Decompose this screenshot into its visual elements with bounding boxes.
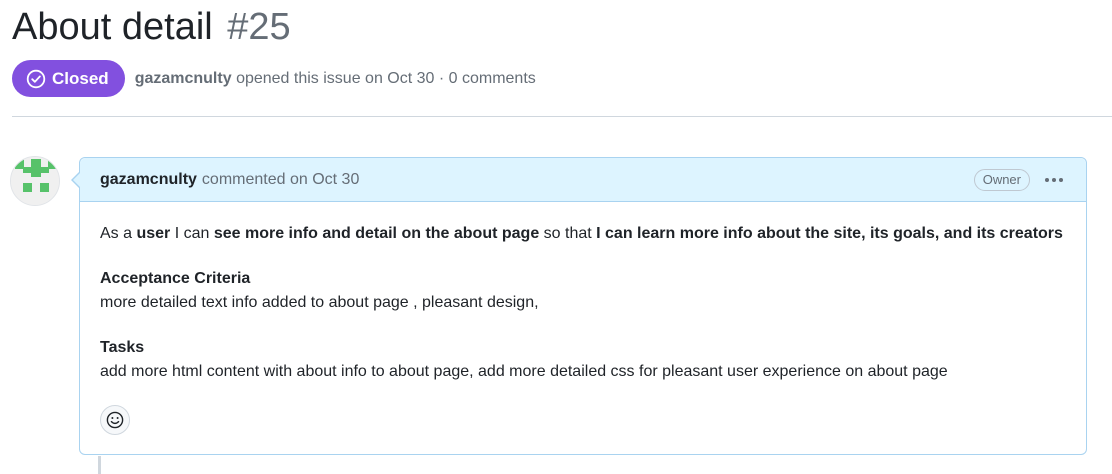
comment-body: As a user I can see more info and detail… — [80, 202, 1086, 384]
comment-header: gazamcnulty commented on Oct 30 Owner — [80, 158, 1086, 202]
comment-pointer-fill — [73, 172, 81, 188]
story-benefit: I can learn more info about the site, it… — [596, 225, 1063, 242]
issue-author-link[interactable]: gazamcnulty — [135, 70, 232, 87]
acceptance-criteria-text: more detailed text info added to about p… — [100, 294, 539, 311]
issue-title: About detail — [12, 6, 213, 48]
header-divider — [12, 116, 1112, 117]
issue-number: #25 — [227, 6, 291, 48]
user-story: As a user I can see more info and detail… — [100, 222, 1066, 246]
tasks-section: Tasks add more html content with about i… — [100, 336, 1066, 384]
issue-opened-text: opened this issue on Oct 30 · 0 comments — [236, 69, 536, 87]
tasks-heading: Tasks — [100, 339, 145, 356]
add-reaction-button[interactable] — [100, 405, 130, 435]
issue-meta: Closed gazamcnulty opened this issue on … — [12, 60, 536, 97]
identicon — [11, 157, 59, 205]
comment-timestamp[interactable]: commented on Oct 30 — [202, 171, 359, 189]
issue-title-row: About detail #25 — [12, 4, 291, 50]
story-text-2: I can — [170, 225, 214, 242]
story-role: user — [136, 225, 171, 242]
smiley-icon — [106, 411, 124, 429]
issue-meta-text: gazamcnulty opened this issue on Oct 30 … — [135, 70, 536, 88]
check-circle-icon — [26, 69, 46, 89]
issue-comment: gazamcnulty commented on Oct 30 Owner As… — [71, 157, 1087, 455]
comment-options-button[interactable] — [1042, 170, 1066, 190]
story-text-1: As a — [100, 225, 137, 242]
owner-badge: Owner — [973, 168, 1030, 191]
story-text-3: so that — [539, 225, 597, 242]
state-badge-closed: Closed — [12, 60, 125, 97]
comment-author-link[interactable]: gazamcnulty — [100, 171, 197, 189]
timeline-line — [98, 456, 101, 474]
kebab-horizontal-icon — [1045, 177, 1063, 182]
issue-page: About detail #25 Closed gazamcnulty open… — [0, 0, 1112, 474]
acceptance-criteria-heading: Acceptance Criteria — [100, 270, 251, 287]
avatar[interactable] — [10, 156, 60, 206]
acceptance-criteria-section: Acceptance Criteria more detailed text i… — [100, 267, 1066, 315]
state-label: Closed — [52, 68, 109, 88]
tasks-text: add more html content with about info to… — [100, 363, 948, 380]
story-goal: see more info and detail on the about pa… — [213, 225, 540, 242]
